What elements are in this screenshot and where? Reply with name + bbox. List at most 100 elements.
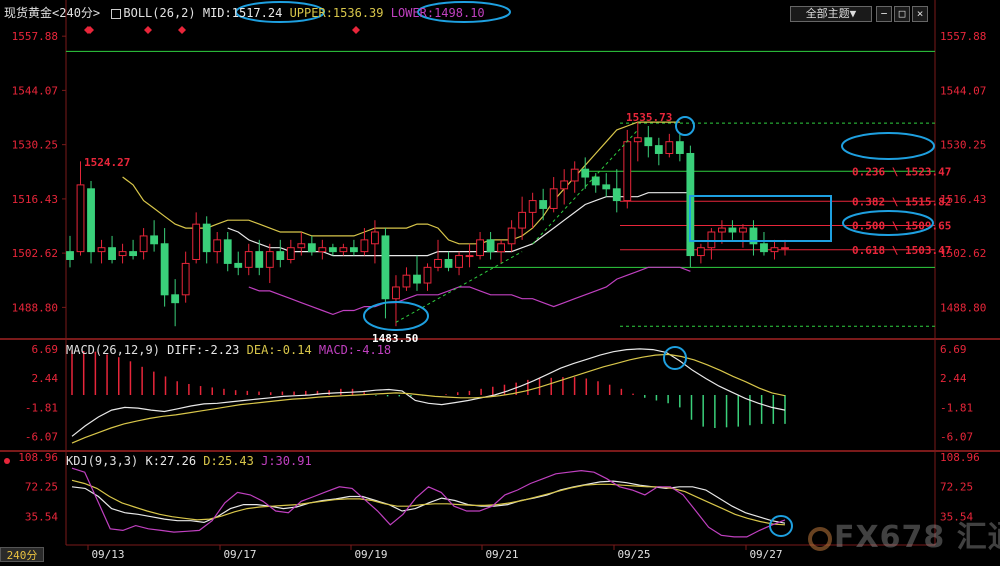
candle-body (371, 231, 379, 245)
candle-body (255, 251, 264, 268)
candle-body (339, 247, 348, 253)
kdj-title[interactable]: KDJ(9,3,3) (66, 454, 138, 468)
chart-canvas[interactable]: 1557.88 1557.88 1544.07 1544.07 1530.25 1530.… (0, 0, 1000, 562)
candle-body (276, 251, 285, 260)
restore-button[interactable]: □ (894, 6, 910, 22)
candle-body (307, 243, 316, 253)
watermark: FX678 汇通网 (808, 512, 1000, 556)
watermark-logo-icon (808, 526, 832, 551)
main-ytick-label-left: 1488.80 (12, 301, 58, 314)
main-header: 现货黄金<240分> BOLL(26,2) MID:1517.24 UPPER:… (4, 4, 485, 21)
candle-body (591, 176, 600, 186)
minimize-button[interactable]: − (876, 6, 892, 22)
candle-body (612, 188, 621, 202)
main-ytick-label-left: 1544.07 (12, 84, 58, 97)
candle-body (644, 137, 653, 147)
boll-icon (111, 8, 122, 19)
xtick-label: 09/13 (91, 548, 124, 561)
main-ytick-label-left: 1557.88 (12, 30, 58, 43)
macd-ytick-label-right: -1.81 (940, 401, 973, 414)
period-tag[interactable]: 240分 (0, 547, 44, 562)
candle-body (234, 262, 243, 268)
candle-body (118, 251, 127, 257)
candle-body (150, 235, 159, 245)
period-label[interactable]: <240分> (52, 6, 100, 20)
macd-ytick-label-left: 6.69 (32, 343, 59, 356)
kdj-k-value: K:27.26 (145, 454, 197, 468)
candle-body (297, 243, 306, 249)
candle-body (265, 251, 274, 268)
main-ytick-label-right: 1488.80 (940, 301, 986, 314)
background (0, 0, 1000, 562)
candle-body (528, 200, 537, 213)
candle-body (549, 188, 558, 209)
main-ytick-label-left: 1502.62 (12, 247, 58, 260)
candle-body (560, 180, 569, 190)
macd-dea-value: DEA:-0.14 (246, 343, 312, 357)
candle-body (108, 247, 116, 260)
candle-body (760, 243, 768, 253)
close-button[interactable]: × (912, 6, 928, 22)
boll-mid-value: MID:1517.24 (202, 6, 283, 20)
kdj-ytick-label-right: 72.25 (940, 481, 973, 494)
candle-body (696, 247, 705, 257)
candle-body (87, 188, 95, 253)
fib-level-label: 0.500 \ 1509.65 (852, 220, 951, 233)
candle-body (507, 227, 516, 245)
candle-body (360, 239, 369, 253)
candle-body (434, 258, 442, 268)
candle-body (76, 184, 85, 253)
candle-body (717, 227, 726, 233)
candle-body (476, 239, 484, 257)
xtick-label: 09/25 (617, 548, 650, 561)
candle-body (444, 258, 453, 268)
candle-body (623, 141, 632, 202)
candle-body (202, 223, 211, 253)
candle-body (244, 251, 253, 268)
kdj-j-value: J:30.91 (261, 454, 312, 468)
fib-level-label: 0.618 \ 1503.47 (852, 244, 951, 257)
macd-ytick-label-right: 6.69 (940, 343, 967, 356)
candle-body (192, 223, 201, 260)
kdj-ytick-label-right: 108.96 (940, 451, 980, 464)
candle-body (570, 168, 579, 182)
candle-body (286, 247, 295, 260)
candle-body (455, 255, 463, 268)
candle-body (497, 243, 506, 253)
candle-body (318, 247, 327, 253)
kdj-d-value: D:25.43 (203, 454, 254, 468)
main-ytick-label-left: 1516.43 (12, 193, 58, 206)
candle-body (381, 235, 390, 300)
candle-body (213, 239, 222, 253)
main-ytick-label-right: 1544.07 (940, 84, 986, 97)
candle-body (181, 262, 190, 296)
main-ytick-label-right: 1557.88 (940, 30, 986, 43)
candle-body (223, 239, 232, 264)
symbol-label: 现货黄金 (4, 6, 53, 20)
boll-label[interactable]: BOLL(26,2) (123, 6, 195, 20)
candle-body (707, 231, 716, 249)
candle-body (675, 141, 684, 154)
candle-body (581, 168, 590, 178)
xtick-label: 09/27 (749, 548, 782, 561)
xtick-label: 09/17 (223, 548, 256, 561)
candle-body (129, 251, 138, 257)
subject-dropdown-button[interactable]: 全部主题▼ (790, 6, 872, 22)
candle-body (139, 235, 148, 253)
candle-body (665, 141, 674, 154)
kdj-header: KDJ(9,3,3) K:27.26 D:25.43 J:30.91 (66, 454, 312, 468)
macd-ytick-label-right: -6.07 (940, 431, 973, 444)
macd-header: MACD(26,12,9) DIFF:-2.23 DEA:-0.14 MACD:… (66, 343, 391, 357)
candle-body (633, 137, 642, 143)
candle-body (349, 247, 358, 253)
candle-body (160, 243, 169, 296)
candle-body (539, 200, 548, 209)
candle-body (654, 145, 663, 154)
candle-body (328, 247, 337, 253)
xtick-label: 09/21 (485, 548, 518, 561)
macd-ytick-label-left: 2.44 (32, 372, 59, 385)
macd-title[interactable]: MACD(26,12,9) (66, 343, 160, 357)
candle-body (465, 255, 474, 258)
macd-ytick-label-right: 2.44 (940, 372, 967, 385)
candle-body (413, 274, 421, 284)
